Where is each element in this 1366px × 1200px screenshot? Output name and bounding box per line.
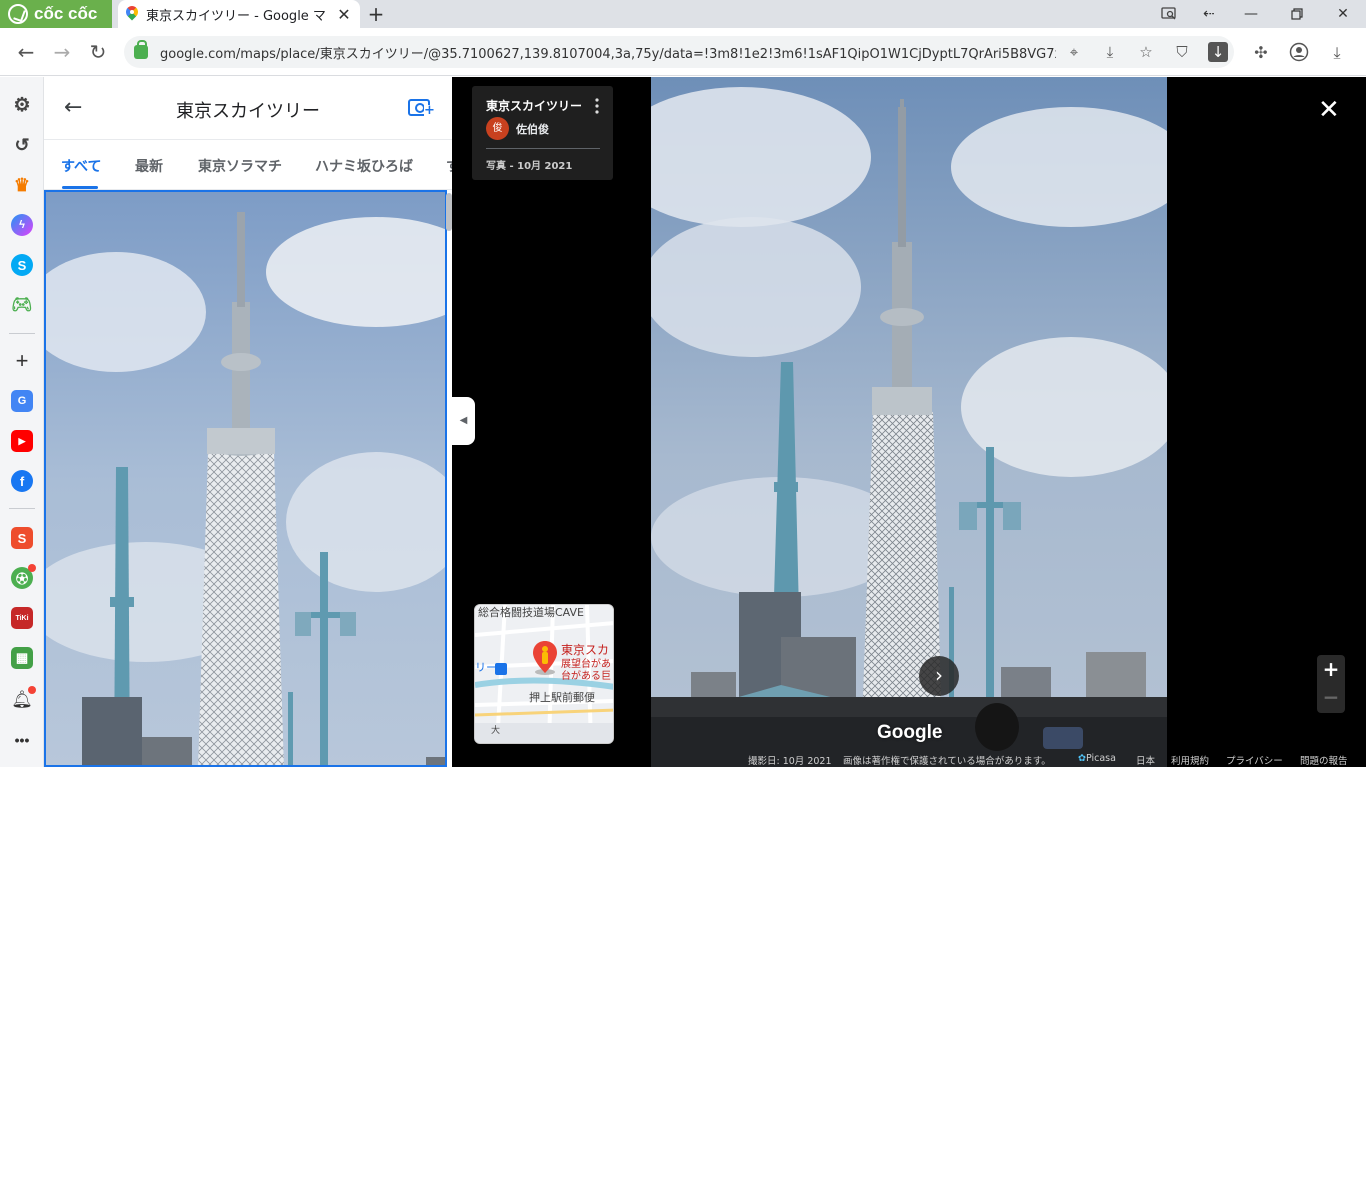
minimap-station-left: リー: [475, 661, 497, 674]
panel-header: ← 東京スカイツリー: [44, 77, 452, 140]
reload-icon[interactable]: ↻: [84, 38, 112, 66]
skype-icon[interactable]: S: [11, 254, 33, 276]
selected-photo-thumbnail[interactable]: [44, 190, 447, 767]
collapse-panel-button[interactable]: ◀: [452, 397, 475, 445]
viewer-footer: 撮影日: 10月 2021 画像は著作権で保護されている場合があります。 ✿Pi…: [452, 751, 1366, 767]
downloads-icon[interactable]: ⤓: [1326, 42, 1348, 64]
panel-title: 東京スカイツリー: [176, 101, 320, 122]
next-photo-button[interactable]: ›: [919, 656, 959, 696]
back-arrow-icon[interactable]: ←: [12, 38, 40, 66]
more-icon[interactable]: •••: [11, 729, 33, 751]
photo-date: 写真 - 10月 2021: [486, 161, 573, 172]
tab-close-icon[interactable]: ✕: [336, 5, 352, 24]
photos-panel: ← 東京スカイツリー すべて 最新 東京ソラマチ ハナミ坂ひろば す: [44, 77, 452, 767]
history-icon[interactable]: ↺: [11, 134, 33, 156]
minimap-label: 総合格闘技道場CAVE: [478, 606, 584, 619]
divider: [486, 148, 600, 149]
photo-info-card: 東京スカイツリー 俊 佐伯俊 写真 - 10月 2021: [472, 86, 613, 180]
minimize-button[interactable]: —: [1228, 0, 1274, 28]
profile-icon[interactable]: [1288, 42, 1310, 64]
previous-photo-icon[interactable]: ‹: [870, 665, 877, 686]
google-translate-icon[interactable]: G: [11, 390, 33, 412]
tab-solamachi[interactable]: 東京ソラマチ: [198, 156, 282, 176]
browser-brand: cốc cốc: [34, 4, 98, 23]
picasa-label: Picasa: [1085, 753, 1116, 764]
tab-hanamizaka[interactable]: ハナミ坂ひろば: [315, 156, 413, 176]
minimap-station-label: 押上駅前郵便: [529, 691, 595, 704]
url-text[interactable]: google.com/maps/place/東京スカイツリー/@35.71006…: [160, 43, 1056, 62]
tab-all[interactable]: すべて: [61, 156, 101, 176]
copyright-notice: 画像は著作権で保護されている場合があります。: [843, 756, 1051, 767]
sidebar-divider: [9, 333, 35, 334]
tab-strip: cốc cốc 東京スカイツリー - Google マップ ✕ + ⇠ — ✕: [0, 0, 1366, 28]
crown-icon[interactable]: ♛: [11, 174, 33, 196]
shopee-icon[interactable]: S: [11, 527, 33, 549]
google-watermark: Google: [877, 722, 943, 743]
extensions-icon[interactable]: ✣: [1250, 42, 1272, 64]
download-media-icon[interactable]: ↓: [1208, 42, 1228, 62]
browser-logo[interactable]: cốc cốc: [0, 0, 112, 28]
privacy-link[interactable]: プライバシー: [1226, 753, 1283, 767]
back-to-tab-icon[interactable]: ⇠: [1186, 0, 1232, 28]
address-bar[interactable]: google.com/maps/place/東京スカイツリー/@35.71006…: [124, 36, 1234, 68]
browser-sidebar: ⚙ ↺ ♛ ϟ S 🎮︎ + G ▶ f S ⚽︎ TiKi ▦ 🔔︎ •••: [0, 77, 44, 767]
install-app-icon[interactable]: ⤓: [1100, 42, 1120, 62]
zoom-control: + −: [1317, 655, 1345, 713]
author-name[interactable]: 佐伯俊: [516, 121, 549, 137]
notification-bell-icon[interactable]: 🔔︎: [11, 686, 36, 711]
tab-latest[interactable]: 最新: [135, 156, 163, 176]
restore-button[interactable]: [1274, 0, 1320, 28]
forward-arrow-icon[interactable]: →: [48, 38, 76, 66]
location-minimap[interactable]: 総合格闘技道場CAVE 東京スカ 展望台があ 台がある巨 リー 押上駅前郵便 大: [474, 604, 614, 744]
skytree-photo-thumbnail: [46, 192, 445, 765]
shield-icon[interactable]: ⛉: [1172, 42, 1192, 62]
messenger-icon[interactable]: ϟ: [11, 214, 33, 236]
close-viewer-icon[interactable]: ✕: [1318, 95, 1340, 125]
terms-link[interactable]: 利用規約: [1171, 753, 1209, 767]
maps-pin-icon: [126, 6, 138, 22]
browser-toolbar: ← → ↻ google.com/maps/place/東京スカイツリー/@35…: [0, 28, 1366, 76]
bookmark-star-icon[interactable]: ☆: [1136, 42, 1156, 62]
pegman-icon: [533, 641, 557, 675]
sheet-icon[interactable]: ▦: [11, 647, 33, 669]
soccer-ball-icon[interactable]: ⚽︎: [11, 564, 36, 589]
more-options-icon[interactable]: [595, 98, 601, 114]
game-controller-icon[interactable]: 🎮︎: [11, 294, 33, 316]
location-icon[interactable]: ⌖: [1064, 42, 1084, 62]
zoom-out-button[interactable]: −: [1317, 685, 1345, 709]
active-tab-indicator: [62, 186, 98, 189]
photo-category-tabs: すべて 最新 東京ソラマチ ハナミ坂ひろば す: [44, 140, 452, 190]
photo-viewer: ◀ 東京スカイツリー 俊 佐伯俊 写真 - 10月 2021 総合格闘技道場CA…: [452, 77, 1366, 767]
report-problem-link[interactable]: 問題の報告: [1300, 753, 1348, 767]
minimap-place-sub: 台がある巨: [561, 671, 611, 682]
country-link[interactable]: 日本: [1136, 753, 1155, 767]
sidebar-divider: [9, 508, 35, 509]
add-app-icon[interactable]: +: [11, 348, 33, 373]
zoom-in-button[interactable]: +: [1317, 657, 1345, 681]
add-photo-icon[interactable]: [408, 99, 435, 117]
picasa-link[interactable]: ✿Picasa: [1078, 753, 1116, 764]
photo-taken-date: 撮影日: 10月 2021: [748, 756, 832, 767]
author-avatar[interactable]: 俊: [486, 117, 509, 140]
close-window-button[interactable]: ✕: [1320, 0, 1366, 28]
main-photo[interactable]: [651, 77, 1167, 767]
tiki-icon[interactable]: TiKi: [11, 607, 33, 629]
new-tab-button[interactable]: +: [364, 2, 388, 26]
secure-lock-icon: [134, 40, 148, 59]
facebook-icon[interactable]: f: [11, 470, 33, 492]
skytree-photo: [651, 77, 1167, 767]
picasa-icon: ✿: [1078, 753, 1086, 764]
active-tab[interactable]: 東京スカイツリー - Google マップ ✕: [118, 0, 360, 28]
coccoc-logo-icon: [8, 4, 28, 24]
tab-title: 東京スカイツリー - Google マップ: [146, 8, 328, 24]
minimap-road-label: 大: [491, 726, 501, 736]
settings-gear-icon[interactable]: ⚙: [11, 94, 33, 116]
place-name[interactable]: 東京スカイツリー: [486, 97, 582, 114]
youtube-icon[interactable]: ▶: [11, 430, 33, 452]
